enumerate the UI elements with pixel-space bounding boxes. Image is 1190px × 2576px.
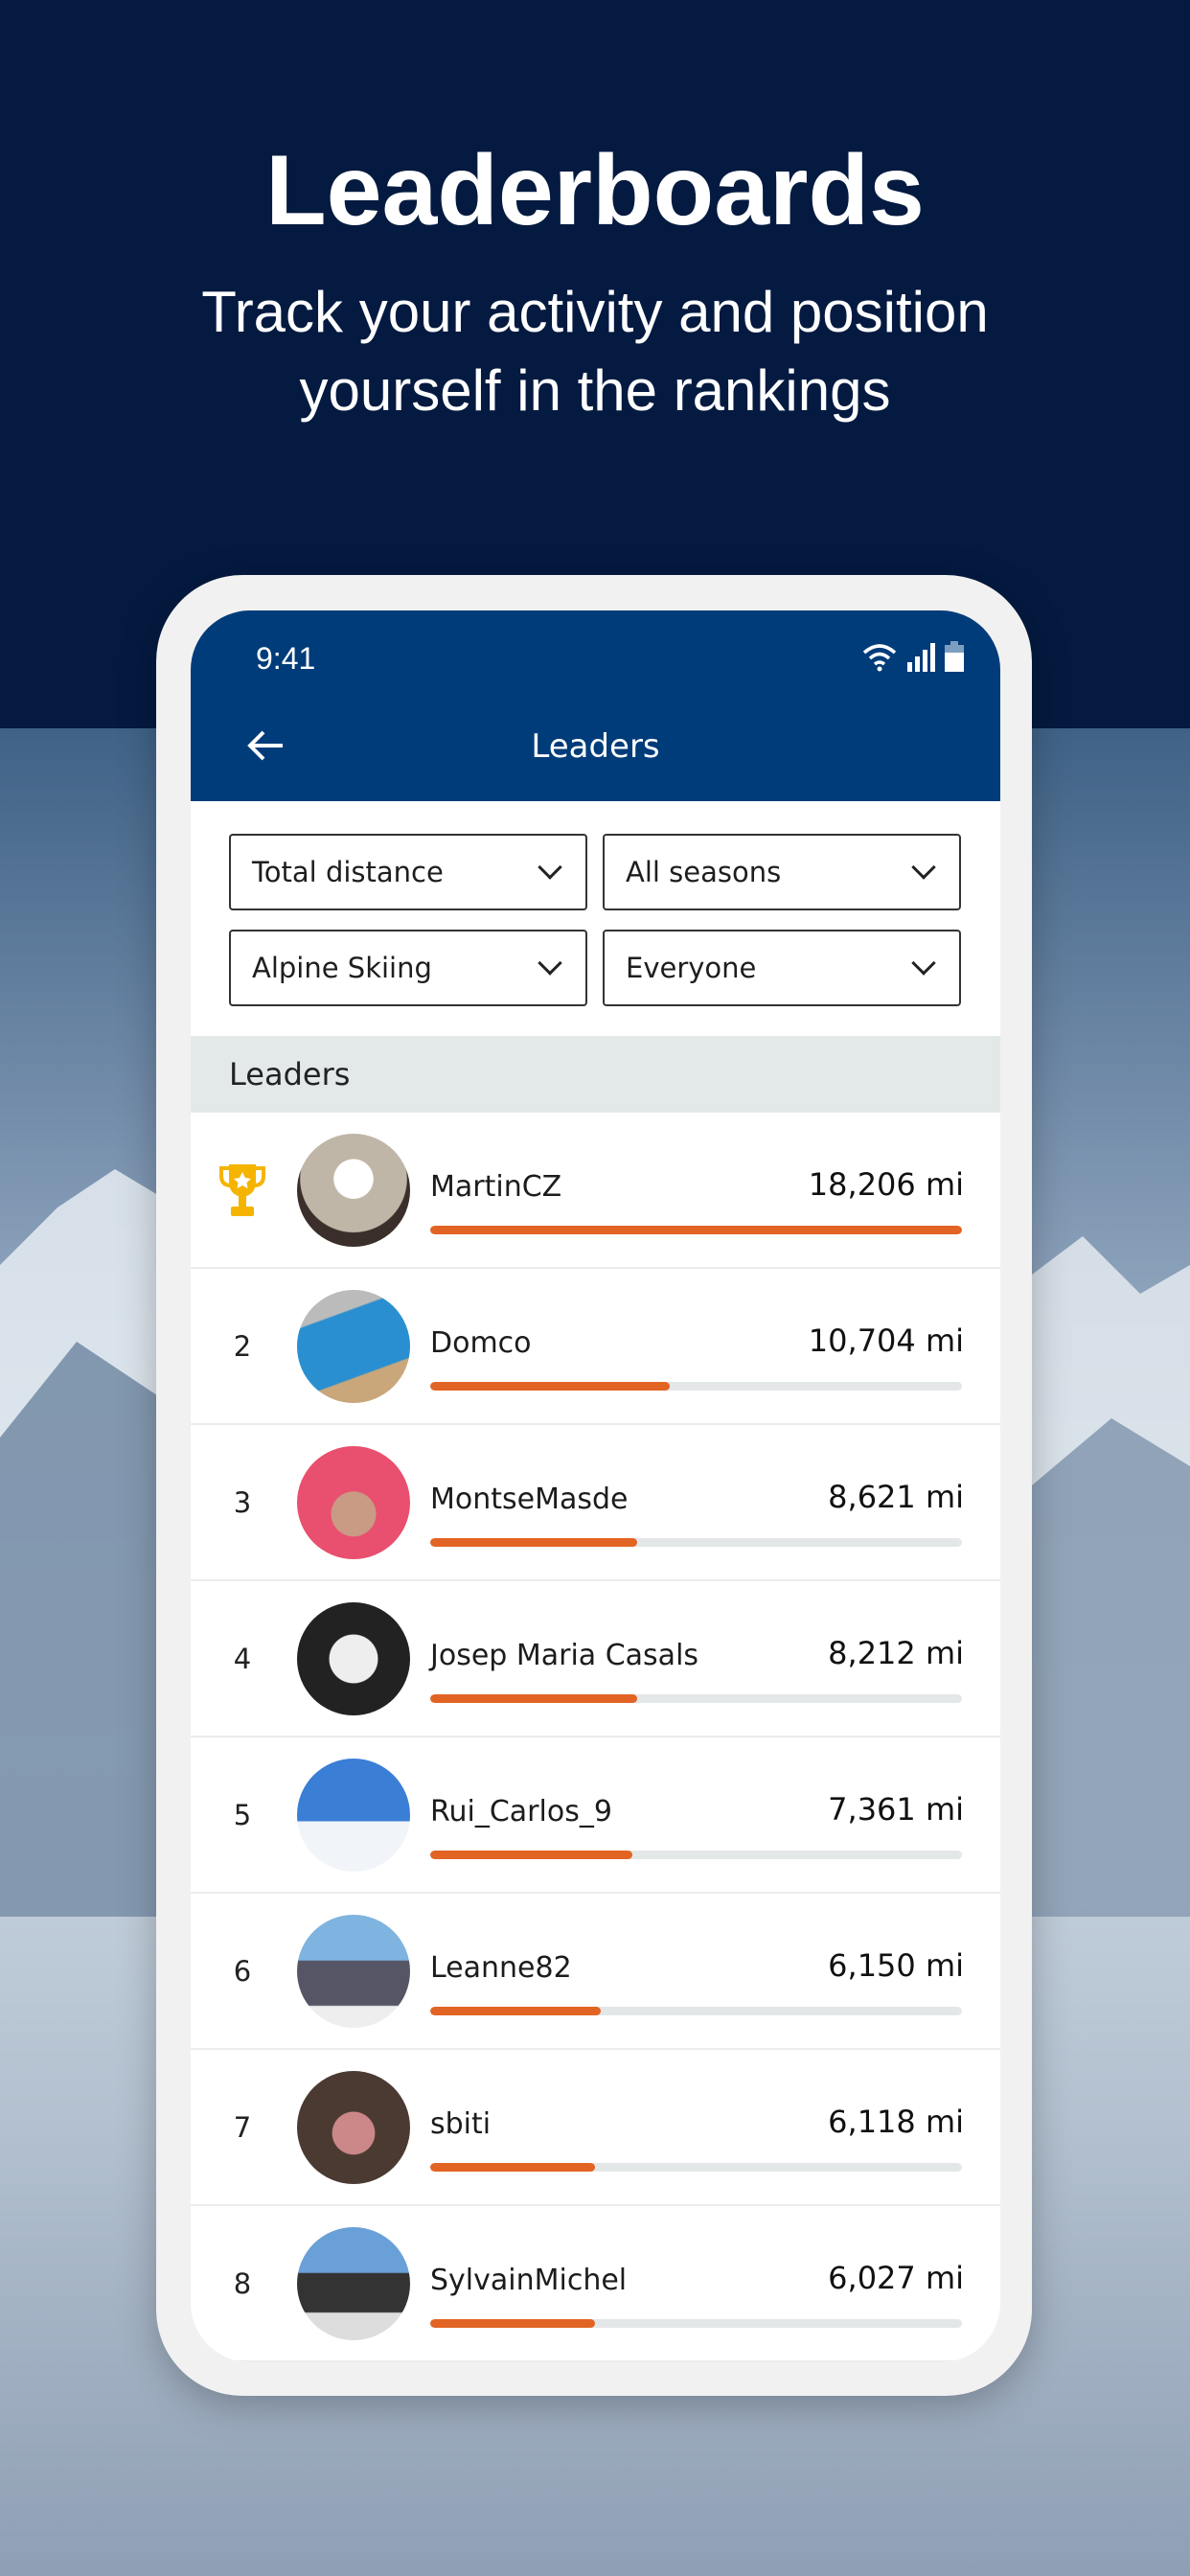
leader-name[interactable]: MartinCZ <box>430 1170 561 1204</box>
avatar[interactable] <box>297 1915 410 2028</box>
progress-fill <box>430 1226 962 1234</box>
status-icons <box>862 641 964 672</box>
season-dropdown[interactable]: All seasons <box>603 834 961 910</box>
dropdown-value: Everyone <box>626 952 757 984</box>
progress-bar <box>430 1694 962 1703</box>
metric-dropdown[interactable]: Total distance <box>229 834 587 910</box>
subtitle-line: yourself in the rankings <box>299 358 891 423</box>
leader-distance: 6,027 mi <box>828 2260 964 2296</box>
rank-number: 6 <box>233 1955 252 1988</box>
leader-row[interactable]: 8 SylvainMichel 6,027 mi <box>191 2206 1000 2362</box>
leader-name[interactable]: MontseMasde <box>430 1483 629 1516</box>
progress-bar <box>430 2163 962 2172</box>
progress-fill <box>430 1851 632 1859</box>
dropdown-value: All seasons <box>626 856 782 888</box>
leader-name[interactable]: Domco <box>430 1326 532 1360</box>
avatar[interactable] <box>297 1602 410 1715</box>
avatar[interactable] <box>297 2227 410 2340</box>
progress-fill <box>430 2163 596 2172</box>
avatar[interactable] <box>297 1134 410 1247</box>
rank-number: 7 <box>233 2111 252 2144</box>
leader-row[interactable]: 4 Josep Maria Casals 8,212 mi <box>191 1581 1000 1737</box>
leader-name[interactable]: Rui_Carlos_9 <box>430 1795 612 1828</box>
avatar[interactable] <box>297 2071 410 2184</box>
rank-number: 2 <box>233 1330 252 1363</box>
status-time: 9:41 <box>256 641 316 676</box>
hero-subtitle: Track your activity and position yoursel… <box>0 273 1190 430</box>
progress-fill <box>430 1382 670 1391</box>
subtitle-line: Track your activity and position <box>201 280 989 344</box>
chevron-down-icon <box>538 951 562 976</box>
leader-row[interactable]: 6 Leanne82 6,150 mi <box>191 1894 1000 2050</box>
hero-title: Leaderboards <box>265 135 925 246</box>
wifi-icon <box>862 644 897 672</box>
progress-bar <box>430 2007 962 2015</box>
leader-distance: 10,704 mi <box>808 1322 964 1359</box>
progress-bar <box>430 1851 962 1859</box>
leader-distance: 8,621 mi <box>828 1479 964 1515</box>
dropdown-value: Total distance <box>252 856 444 888</box>
leader-name[interactable]: Leanne82 <box>430 1951 572 1985</box>
leader-distance: 18,206 mi <box>808 1166 964 1203</box>
chevron-down-icon <box>911 951 936 976</box>
rank-number: 8 <box>233 2267 252 2300</box>
progress-fill <box>430 1538 638 1547</box>
avatar[interactable] <box>297 1290 410 1403</box>
avatar[interactable] <box>297 1759 410 1872</box>
progress-bar <box>430 1382 962 1391</box>
leader-name[interactable]: SylvainMichel <box>430 2264 627 2297</box>
leader-name[interactable]: sbiti <box>430 2107 491 2141</box>
leader-row[interactable]: 5 Rui_Carlos_9 7,361 mi <box>191 1737 1000 1894</box>
phone-screen: 9:41 Leaders Total distance All seasons … <box>191 610 1000 2362</box>
rank-number: 4 <box>233 1643 252 1675</box>
progress-fill <box>430 1694 638 1703</box>
leader-distance: 8,212 mi <box>828 1635 964 1671</box>
avatar[interactable] <box>297 1446 410 1559</box>
progress-bar <box>430 1226 962 1234</box>
trophy-icon <box>219 1164 265 1216</box>
progress-bar <box>430 2319 962 2328</box>
app-header: 9:41 Leaders <box>191 610 1000 801</box>
progress-fill <box>430 2319 596 2328</box>
leader-distance: 7,361 mi <box>828 1791 964 1828</box>
chevron-down-icon <box>911 855 936 880</box>
progress-bar <box>430 1538 962 1547</box>
leader-row[interactable]: 3 MontseMasde 8,621 mi <box>191 1425 1000 1581</box>
leader-distance: 6,150 mi <box>828 1947 964 1984</box>
sport-dropdown[interactable]: Alpine Skiing <box>229 930 587 1006</box>
battery-icon <box>945 641 964 672</box>
signal-icon <box>907 643 935 672</box>
page-title: Leaders <box>531 727 660 766</box>
leader-distance: 6,118 mi <box>828 2104 964 2140</box>
progress-fill <box>430 2007 601 2015</box>
leader-row[interactable]: 7 sbiti 6,118 mi <box>191 2050 1000 2206</box>
leader-row[interactable]: 2 Domco 10,704 mi <box>191 1269 1000 1425</box>
leader-name[interactable]: Josep Maria Casals <box>430 1639 698 1672</box>
rank-number: 3 <box>233 1486 252 1519</box>
chevron-down-icon <box>538 855 562 880</box>
leader-row[interactable]: MartinCZ 18,206 mi <box>191 1113 1000 1269</box>
section-header: Leaders <box>191 1036 1000 1113</box>
dropdown-value: Alpine Skiing <box>252 952 432 984</box>
rank-number: 5 <box>233 1799 252 1831</box>
audience-dropdown[interactable]: Everyone <box>603 930 961 1006</box>
leaders-list: MartinCZ 18,206 mi 2 Domco 10,704 mi 3 M… <box>191 1113 1000 2362</box>
